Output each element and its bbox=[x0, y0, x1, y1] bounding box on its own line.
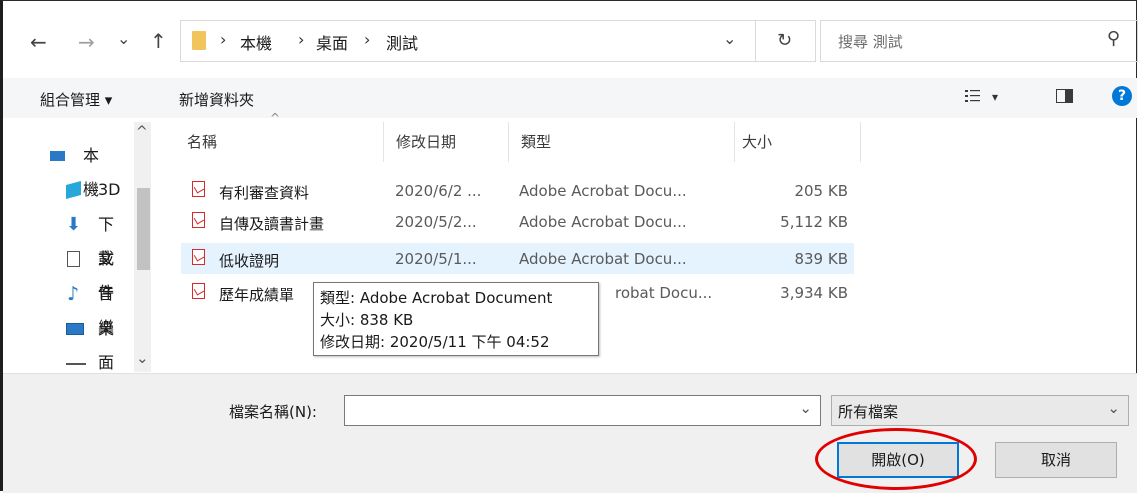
chevron-down-icon[interactable]: ⌄ bbox=[1107, 399, 1120, 417]
music-icon: ♪ bbox=[67, 283, 80, 305]
file-type: Adobe Acrobat Docu... bbox=[519, 213, 687, 231]
column-header-type[interactable]: 類型 bbox=[521, 131, 551, 152]
file-type: Adobe Acrobat Docu... bbox=[519, 182, 687, 200]
recent-locations-button[interactable]: ⌄ bbox=[117, 27, 130, 51]
download-icon: ⬇ bbox=[66, 214, 82, 235]
pdf-file-icon bbox=[192, 249, 205, 265]
breadcrumb-separator[interactable]: › bbox=[364, 30, 370, 49]
file-row[interactable]: 有利審查資料 2020/6/2 ... Adobe Acrobat Docu..… bbox=[181, 175, 854, 206]
computer-icon bbox=[50, 151, 65, 161]
sidebar-item-label: 3D bbox=[98, 180, 121, 199]
breadcrumb-test[interactable]: 測試 bbox=[386, 30, 418, 54]
column-header-name[interactable]: 名稱 bbox=[187, 131, 217, 152]
help-icon[interactable]: ? bbox=[1112, 86, 1132, 106]
tooltip-type: 類型: Adobe Acrobat Document bbox=[320, 289, 553, 307]
annotation-circle bbox=[815, 428, 977, 490]
next-item-icon bbox=[66, 363, 86, 372]
file-size: 3,934 KB bbox=[780, 284, 848, 302]
navigation-scrollbar-thumb[interactable] bbox=[137, 188, 150, 270]
file-name: 有利審查資料 bbox=[219, 184, 310, 202]
column-divider[interactable] bbox=[734, 122, 735, 162]
organize-button[interactable]: 組合管理 ▾ bbox=[40, 89, 112, 110]
filename-history-dropdown-icon[interactable]: ⌄ bbox=[799, 399, 812, 417]
column-header-size[interactable]: 大小 bbox=[742, 131, 772, 152]
pdf-file-icon bbox=[192, 283, 205, 299]
filename-input[interactable]: ⌄ bbox=[344, 395, 821, 426]
file-type-filter-select[interactable]: 所有檔案 ⌄ bbox=[831, 395, 1129, 426]
address-bar[interactable] bbox=[180, 20, 816, 62]
file-info-tooltip: 類型: Adobe Acrobat Document 大小: 838 KB 修改… bbox=[313, 282, 599, 356]
breadcrumb-separator[interactable]: › bbox=[220, 30, 226, 49]
address-dropdown-icon[interactable]: ⌄ bbox=[723, 27, 736, 51]
up-button[interactable]: ↑ bbox=[150, 29, 167, 53]
breadcrumb-separator[interactable]: › bbox=[298, 30, 304, 49]
tooltip-size: 大小: 838 KB bbox=[320, 311, 414, 329]
search-placeholder: 搜尋 測試 bbox=[838, 33, 903, 51]
pdf-file-icon bbox=[192, 212, 205, 228]
file-type: Adobe Acrobat Docu... bbox=[519, 250, 687, 268]
file-row[interactable]: 自傳及讀書計畫 2020/5/2... Adobe Acrobat Docu..… bbox=[181, 206, 854, 237]
file-name: 自傳及讀書計畫 bbox=[219, 215, 325, 233]
file-modified: 2020/6/2 ... bbox=[395, 182, 482, 200]
file-row-selected[interactable]: 低收證明 2020/5/1... Adobe Acrobat Docu... 8… bbox=[181, 243, 854, 274]
column-divider[interactable] bbox=[508, 122, 509, 162]
breadcrumb-desktop[interactable]: 桌面 bbox=[316, 30, 348, 54]
file-size: 5,112 KB bbox=[780, 213, 848, 231]
file-type: robat Docu... bbox=[615, 284, 713, 302]
new-folder-button[interactable]: 新增資料夾 bbox=[179, 89, 254, 110]
file-modified: 2020/5/1... bbox=[395, 250, 477, 268]
pdf-file-icon bbox=[192, 181, 205, 197]
column-divider[interactable] bbox=[860, 122, 861, 162]
file-type-filter-value: 所有檔案 bbox=[838, 403, 899, 421]
file-modified: 2020/5/2... bbox=[395, 213, 477, 231]
view-options-icon[interactable] bbox=[965, 89, 981, 103]
file-name: 低收證明 bbox=[219, 252, 280, 270]
3d-objects-icon bbox=[66, 180, 81, 200]
scroll-up-button[interactable]: ^ bbox=[136, 124, 148, 140]
cancel-button[interactable]: 取消 bbox=[995, 442, 1117, 478]
sidebar-item-label: 本機 bbox=[83, 146, 100, 199]
column-divider[interactable] bbox=[383, 122, 384, 162]
view-options-dropdown-icon[interactable]: ▾ bbox=[992, 90, 998, 104]
refresh-icon[interactable]: ↻ bbox=[777, 29, 792, 53]
forward-button[interactable]: → bbox=[78, 30, 95, 54]
scroll-down-button[interactable]: ⌄ bbox=[136, 349, 149, 367]
filename-label: 檔案名稱(N): bbox=[229, 403, 317, 421]
dialog-footer bbox=[3, 373, 1137, 493]
desktop-icon bbox=[66, 323, 84, 335]
breadcrumb-this-pc[interactable]: 本機 bbox=[240, 30, 272, 54]
file-size: 839 KB bbox=[794, 250, 848, 268]
file-name: 歷年成績單 bbox=[219, 286, 295, 304]
sidebar-item-label: 桌面 bbox=[98, 319, 115, 372]
file-size: 205 KB bbox=[794, 182, 848, 200]
search-icon[interactable]: ⚲ bbox=[1107, 28, 1120, 49]
back-button[interactable]: ← bbox=[30, 30, 47, 54]
preview-pane-icon[interactable] bbox=[1056, 89, 1073, 103]
tooltip-modified: 修改日期: 2020/5/11 下午 04:52 bbox=[320, 333, 550, 351]
navigation-pane: 本機 3D ⬇ 下載 文件 ♪ 音樂 桌面 bbox=[3, 122, 134, 372]
documents-icon bbox=[67, 251, 80, 267]
folder-icon bbox=[192, 31, 206, 50]
column-header-modified[interactable]: 修改日期 bbox=[396, 131, 456, 152]
sort-ascending-icon: ^ bbox=[270, 111, 281, 125]
